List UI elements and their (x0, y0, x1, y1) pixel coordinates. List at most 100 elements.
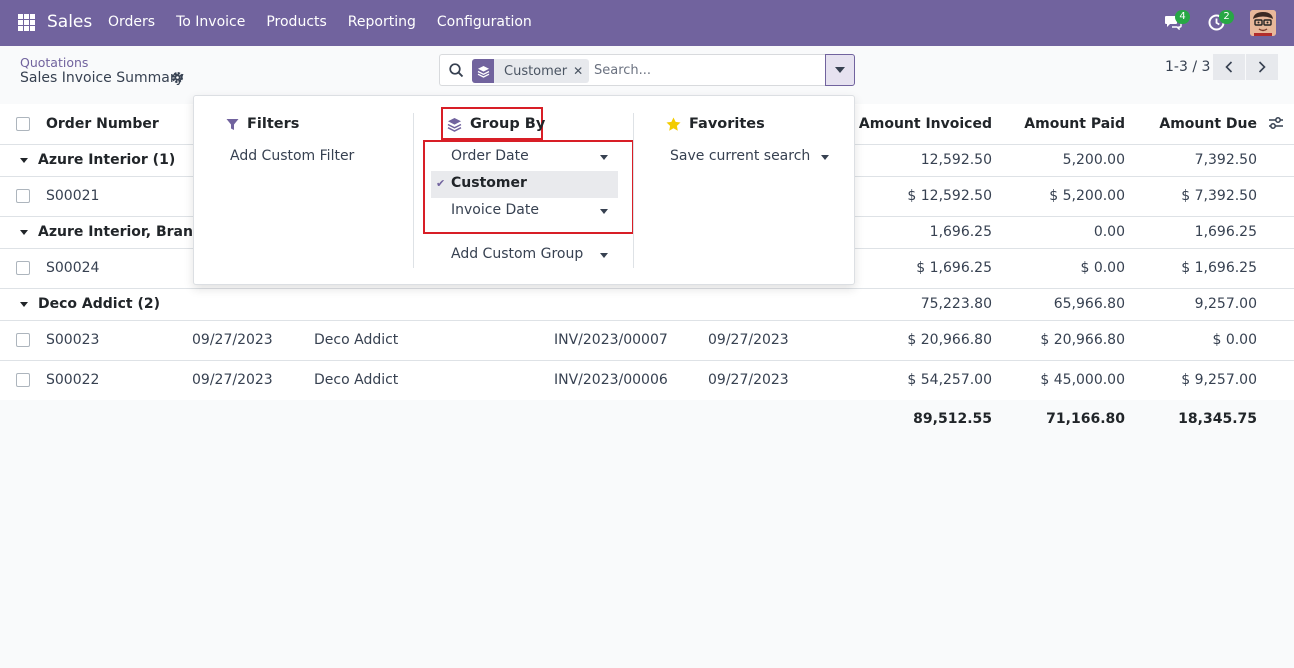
search-input[interactable]: Search... (594, 63, 651, 78)
caret-down-icon[interactable] (600, 155, 608, 160)
amount-due: $ 0.00 (1212, 332, 1257, 348)
app-brand[interactable]: Sales (47, 12, 92, 32)
header-order-number[interactable]: Order Number (46, 116, 159, 132)
invoice-date: 09/27/2023 (708, 372, 789, 388)
header-amount-paid[interactable]: Amount Paid (1024, 116, 1125, 132)
group-amount-paid: 0.00 (1093, 224, 1125, 240)
invoice-number: INV/2023/00007 (554, 332, 668, 348)
menu-to-invoice[interactable]: To Invoice (176, 14, 245, 30)
total-amount-paid: 71,166.80 (1046, 411, 1125, 427)
chevron-left-icon (1225, 61, 1233, 73)
menu-configuration[interactable]: Configuration (437, 14, 532, 30)
group-amount-due: 7,392.50 (1194, 152, 1257, 168)
pager-next-button[interactable] (1246, 54, 1278, 80)
favorites-title: Favorites (666, 116, 765, 132)
optional-columns-icon[interactable] (1268, 116, 1284, 134)
favorites-title-label: Favorites (689, 116, 765, 132)
header-amount-due[interactable]: Amount Due (1159, 116, 1257, 132)
caret-down-icon[interactable] (821, 155, 829, 160)
user-avatar[interactable] (1250, 10, 1276, 36)
group-amount-paid: 65,966.80 (1053, 296, 1125, 312)
group-label: Azure Interior (1) (38, 152, 176, 168)
amount-invoiced: $ 12,592.50 (907, 188, 992, 204)
header-amount-invoiced[interactable]: Amount Invoiced (859, 116, 992, 132)
group-amount-invoiced: 1,696.25 (929, 224, 992, 240)
group-option-customer[interactable]: Customer (451, 175, 527, 191)
filters-title: Filters (226, 116, 299, 132)
facet-remove-icon[interactable]: ✕ (573, 64, 589, 78)
row-checkbox[interactable] (16, 333, 30, 347)
activity-badge: 2 (1219, 10, 1234, 24)
menu-products[interactable]: Products (266, 14, 326, 30)
amount-invoiced: $ 54,257.00 (907, 372, 992, 388)
save-current-search[interactable]: Save current search (670, 148, 810, 164)
amount-paid: $ 5,200.00 (1049, 188, 1125, 204)
gear-icon[interactable] (171, 71, 184, 84)
caret-down-icon (835, 67, 845, 73)
caret-down-icon[interactable] (600, 253, 608, 258)
star-icon (666, 117, 681, 131)
amount-invoiced: $ 1,696.25 (916, 260, 992, 276)
chat-icon[interactable]: 4 (1164, 10, 1190, 34)
select-all-checkbox[interactable] (16, 117, 30, 131)
customer: Deco Addict (314, 372, 399, 388)
group-label: Deco Addict (2) (38, 296, 160, 312)
amount-paid: $ 0.00 (1080, 260, 1125, 276)
add-custom-group-select[interactable]: Add Custom Group (451, 246, 583, 262)
layers-icon (472, 59, 494, 83)
order-date: 09/27/2023 (192, 372, 273, 388)
group-amount-due: 9,257.00 (1194, 296, 1257, 312)
amount-invoiced: $ 20,966.80 (907, 332, 992, 348)
customer: Deco Addict (314, 332, 399, 348)
invoice-date: 09/27/2023 (708, 332, 789, 348)
layers-icon (447, 117, 462, 132)
row-checkbox[interactable] (16, 189, 30, 203)
breadcrumb-current: Sales Invoice Summary (20, 70, 184, 86)
chevron-right-icon (1258, 61, 1266, 73)
caret-down-icon (20, 302, 28, 307)
table-row[interactable]: S00022 09/27/2023 Deco Addict INV/2023/0… (0, 361, 1294, 401)
group-option-invoice-date[interactable]: Invoice Date (451, 202, 539, 218)
group-amount-invoiced: 12,592.50 (920, 152, 992, 168)
column-divider (413, 113, 414, 268)
group-by-title-label: Group By (470, 116, 546, 132)
check-icon: ✔ (436, 177, 446, 190)
pager-previous-button[interactable] (1213, 54, 1245, 80)
search-icon (449, 63, 464, 82)
amount-due: $ 9,257.00 (1181, 372, 1257, 388)
caret-down-icon (20, 230, 28, 235)
menu-reporting[interactable]: Reporting (348, 14, 416, 30)
activity-clock-icon[interactable]: 2 (1208, 10, 1234, 35)
add-custom-filter[interactable]: Add Custom Filter (230, 148, 354, 164)
amount-paid: $ 20,966.80 (1040, 332, 1125, 348)
breadcrumb-parent[interactable]: Quotations (20, 55, 88, 70)
group-by-title: Group By (447, 116, 545, 132)
main-menu: Orders To Invoice Products Reporting Con… (108, 14, 553, 30)
invoice-number: INV/2023/00006 (554, 372, 668, 388)
amount-due: $ 1,696.25 (1181, 260, 1257, 276)
table-row[interactable]: S00023 09/27/2023 Deco Addict INV/2023/0… (0, 321, 1294, 361)
row-checkbox[interactable] (16, 261, 30, 275)
pager-value[interactable]: 1-3 / 3 (1165, 59, 1210, 75)
group-amount-paid: 5,200.00 (1062, 152, 1125, 168)
group-option-order-date[interactable]: Order Date (451, 148, 529, 164)
menu-orders[interactable]: Orders (108, 14, 155, 30)
apps-menu-icon[interactable] (18, 14, 35, 31)
total-amount-due: 18,345.75 (1178, 411, 1257, 427)
search-panel-dropdown: Filters Add Custom Filter Group By Order… (193, 95, 855, 285)
totals-row: 89,512.55 71,166.80 18,345.75 (0, 400, 1294, 438)
top-navbar: Sales Orders To Invoice Products Reporti… (0, 0, 1294, 46)
chat-badge: 4 (1175, 10, 1190, 24)
amount-due: $ 7,392.50 (1181, 188, 1257, 204)
order-number: S00022 (46, 372, 100, 388)
filters-title-label: Filters (247, 116, 300, 132)
search-bar: Customer ✕ Search... (439, 54, 826, 86)
caret-down-icon[interactable] (600, 209, 608, 214)
row-checkbox[interactable] (16, 373, 30, 387)
search-options-toggle[interactable] (825, 54, 855, 86)
search-facet: Customer ✕ (472, 59, 590, 83)
filter-icon (226, 118, 239, 130)
amount-paid: $ 45,000.00 (1040, 372, 1125, 388)
column-divider (633, 113, 634, 268)
group-row[interactable]: Deco Addict (2) 75,223.80 65,966.80 9,25… (0, 289, 1294, 321)
